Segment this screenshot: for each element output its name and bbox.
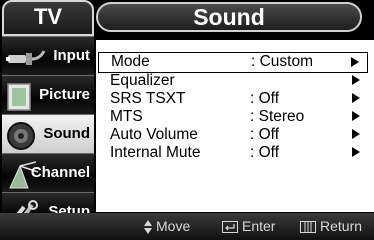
arrow-right-icon <box>352 147 360 157</box>
sidebar-item-sound[interactable]: Sound <box>2 114 94 153</box>
menu-item-value: : Off <box>250 144 280 161</box>
menu-item-value: : Custom <box>251 53 314 70</box>
arrow-right-icon <box>352 75 360 85</box>
sidebar-header: TV <box>2 0 94 36</box>
menu-item-label: Mode <box>111 53 150 70</box>
menu-item-label: Internal Mute <box>110 144 201 161</box>
page-title: Sound <box>193 4 265 30</box>
sidebar-item-label: Sound <box>43 125 90 142</box>
arrow-right-icon <box>352 93 360 103</box>
help-enter: Enter <box>222 218 275 234</box>
menu-title-bar: Sound <box>96 2 362 32</box>
help-return: Return <box>300 218 362 234</box>
speaker-icon <box>7 122 35 150</box>
arrow-right-icon <box>352 111 360 121</box>
arrow-right-icon <box>351 57 359 67</box>
sidebar-item-input[interactable]: Input <box>2 36 94 75</box>
help-return-label: Return <box>320 218 363 234</box>
menu-key-icon <box>300 221 316 234</box>
help-move-label: Move <box>156 218 191 234</box>
menu-item-internal-mute[interactable]: Internal Mute : Off <box>98 142 368 163</box>
input-plug-icon <box>6 50 46 65</box>
sidebar: TV Input Picture Sound Channel Setup <box>2 0 94 228</box>
sidebar-item-picture[interactable]: Picture <box>2 75 94 114</box>
sidebar-item-label: Input <box>53 47 90 64</box>
help-tab: Move Enter Return <box>96 213 374 240</box>
tv-osd-menu: TV Input Picture Sound Channel Setup Sou… <box>0 0 374 240</box>
arrow-right-icon <box>352 129 360 139</box>
sidebar-item-label: Channel <box>30 164 90 181</box>
help-bar: Move Enter Return <box>0 213 374 240</box>
sidebar-item-label: Picture <box>39 86 90 103</box>
enter-key-icon <box>222 221 238 234</box>
help-move: Move <box>144 218 191 235</box>
help-enter-label: Enter <box>242 218 276 234</box>
up-down-arrows-icon <box>144 220 152 235</box>
sidebar-item-channel[interactable]: Channel <box>2 153 94 192</box>
sound-menu-panel: Mode : Custom Equalizer SRS TSXT : Off M… <box>96 40 374 212</box>
